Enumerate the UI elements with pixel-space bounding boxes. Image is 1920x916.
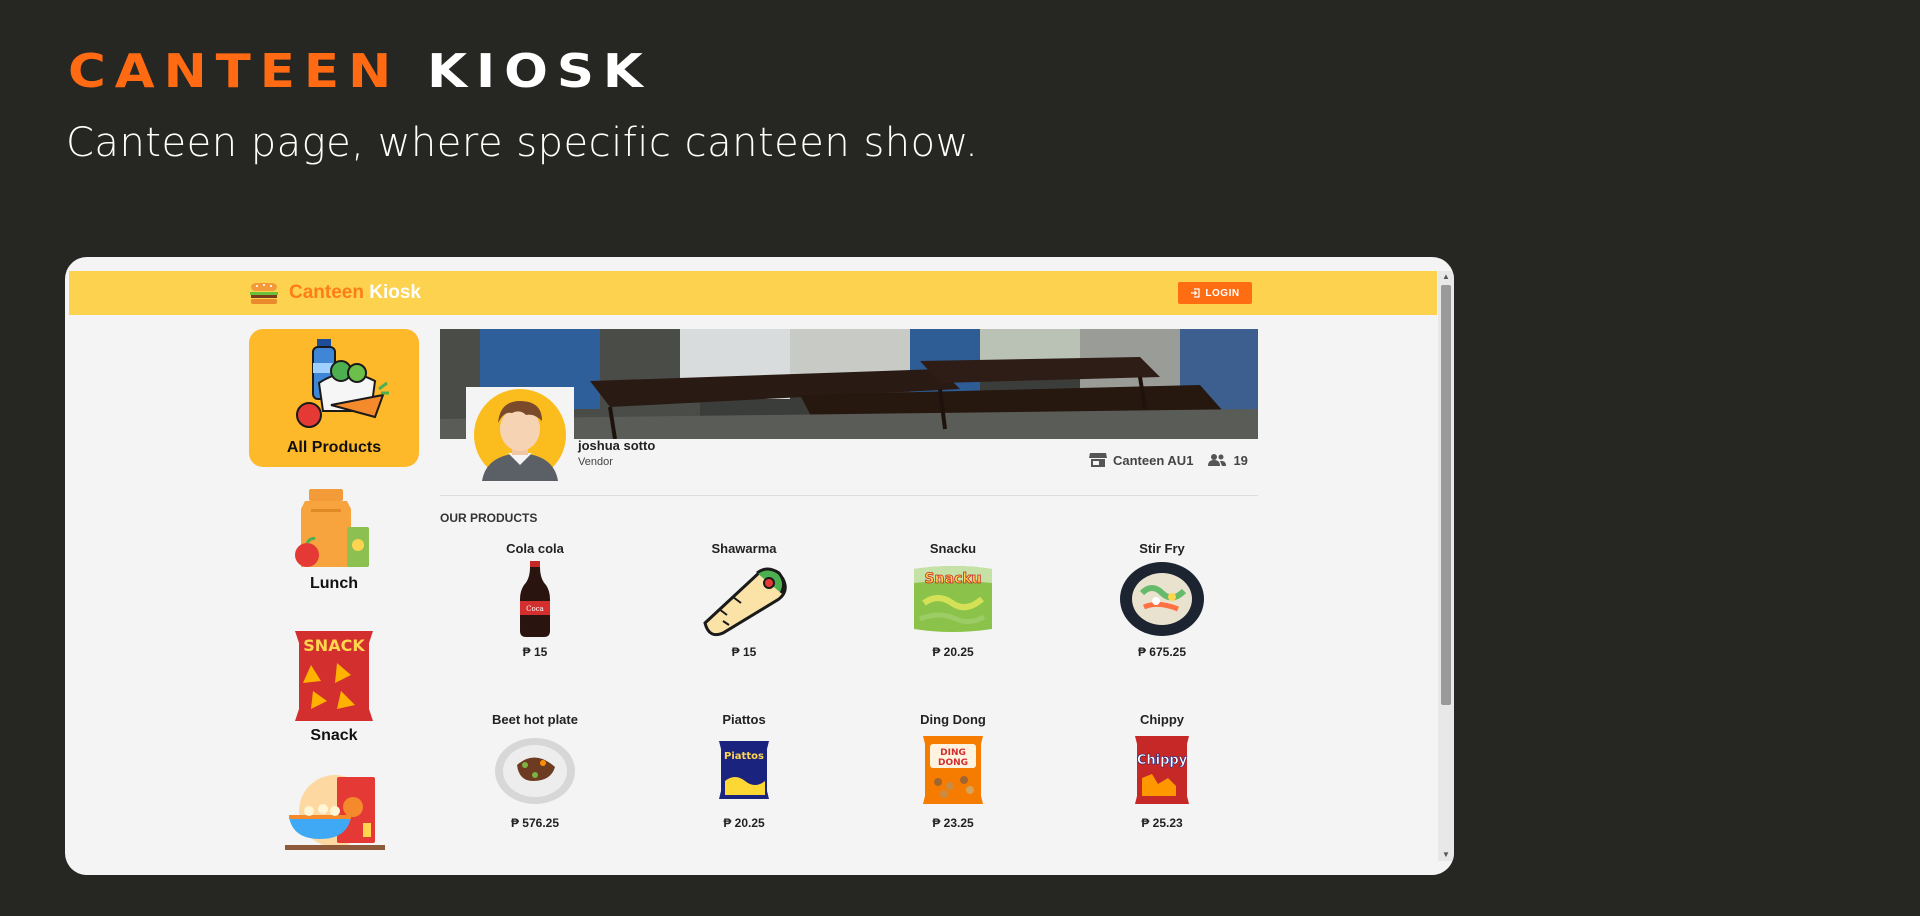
grocery-icon	[296, 339, 389, 428]
vendor-name: joshua sotto	[578, 438, 656, 453]
svg-text:Coca: Coca	[526, 605, 544, 613]
product-price: ₱ 20.25	[723, 816, 765, 830]
products-section-title: OUR PRODUCTS	[440, 511, 538, 525]
product-price: ₱ 23.25	[932, 816, 974, 830]
product-price: ₱ 15	[731, 645, 757, 659]
product-price: ₱ 25.23	[1141, 816, 1183, 830]
brand-name: Canteen Kiosk	[289, 282, 421, 304]
scroll-down-arrow-icon[interactable]: ▼	[1442, 851, 1450, 859]
cola-bottle-icon: Coca	[520, 561, 550, 637]
nuts-bag-icon: DING DONG	[923, 736, 983, 804]
followers-count: 19	[1233, 452, 1248, 468]
product-card[interactable]: Shawarma ₱ 15	[649, 541, 839, 659]
shawarma-icon	[703, 567, 787, 637]
svg-text:SNACK: SNACK	[303, 636, 365, 655]
product-price: ₱ 15	[522, 645, 548, 659]
divider	[440, 495, 1258, 496]
vendor-avatar	[466, 387, 574, 483]
login-button[interactable]: LOGIN	[1178, 282, 1252, 304]
product-card[interactable]: Snacku Snacku ₱ 20.25	[858, 541, 1048, 659]
category-all-products[interactable]: All Products	[249, 329, 419, 467]
login-icon	[1191, 288, 1201, 298]
product-card[interactable]: Chippy Chippy ₱ 25.23	[1067, 712, 1257, 830]
product-name: Snacku	[929, 541, 977, 556]
product-name: Piattos	[722, 712, 766, 727]
product-card[interactable]: Stir Fry ₱ 675.25	[1067, 541, 1257, 659]
product-price: ₱ 576.25	[510, 816, 560, 830]
brand-name-part1: Canteen	[289, 282, 364, 303]
canteen-name: Canteen AU1	[1113, 452, 1194, 468]
category-breakfast[interactable]	[249, 771, 419, 851]
svg-text:DING: DING	[940, 748, 966, 758]
app-window: Canteen Kiosk LOGIN All Products Lunch S…	[69, 271, 1437, 875]
store-icon	[1089, 453, 1107, 467]
scroll-up-arrow-icon[interactable]: ▲	[1442, 273, 1450, 281]
product-price: ₱ 675.25	[1137, 645, 1187, 659]
product-card[interactable]: Ding Dong DING DONG ₱ 23.25	[858, 712, 1048, 830]
svg-text:Piattos: Piattos	[724, 751, 764, 762]
app-bar: Canteen Kiosk LOGIN	[69, 271, 1437, 315]
snack-bag-icon: SNACK	[295, 631, 373, 721]
hero-subtitle: Canteen page, where specific canteen sho…	[66, 120, 979, 166]
product-name: Cola cola	[506, 541, 564, 556]
product-price: ₱ 20.25	[932, 645, 974, 659]
product-name: Chippy	[1139, 712, 1185, 727]
category-label: Lunch	[310, 575, 358, 592]
hero-title-part1: CANTEEN	[68, 44, 401, 98]
chips-bag-icon: Chippy	[1135, 736, 1189, 804]
product-name: Beet hot plate	[492, 712, 578, 727]
category-label: Snack	[310, 727, 358, 744]
burger-logo-icon	[250, 283, 278, 304]
hero-title-part2: KIOSK	[427, 44, 652, 98]
chips-bag-icon: Piattos	[719, 741, 769, 799]
svg-text:DONG: DONG	[938, 758, 968, 768]
product-name: Stir Fry	[1139, 541, 1185, 556]
product-name: Shawarma	[711, 541, 777, 556]
vendor-role: Vendor	[578, 456, 613, 468]
vendor-meta: Canteen AU1 19	[1089, 452, 1248, 468]
product-card[interactable]: Beet hot plate ₱ 576.25	[440, 712, 630, 830]
svg-text:Chippy: Chippy	[1137, 753, 1188, 768]
breakfast-bowl-icon	[285, 775, 385, 850]
scrollbar[interactable]: ▲ ▼	[1438, 271, 1454, 861]
avatar-icon	[468, 389, 572, 481]
stir-fry-plate-icon	[1120, 562, 1204, 636]
brand-name-part2: Kiosk	[369, 282, 421, 303]
category-label: All Products	[286, 439, 382, 456]
product-name: Ding Dong	[920, 712, 986, 727]
product-card[interactable]: Piattos Piattos ₱ 20.25	[649, 712, 839, 830]
category-lunch[interactable]: Lunch	[249, 487, 419, 593]
hero-title: CANTEEN KIOSK	[68, 44, 652, 98]
product-card[interactable]: Cola cola Coca ₱ 15	[440, 541, 630, 659]
hot-plate-icon	[495, 738, 575, 804]
app-screenshot-frame: Canteen Kiosk LOGIN All Products Lunch S…	[65, 257, 1454, 875]
snack-pack-icon: Snacku	[914, 566, 992, 632]
brand[interactable]: Canteen Kiosk	[249, 281, 421, 305]
login-label: LOGIN	[1205, 287, 1240, 299]
lunch-bag-icon	[295, 489, 369, 567]
svg-text:Snacku: Snacku	[924, 571, 981, 587]
scroll-thumb[interactable]	[1441, 285, 1451, 705]
people-icon	[1208, 454, 1227, 466]
category-snack[interactable]: SNACK Snack	[249, 629, 419, 745]
